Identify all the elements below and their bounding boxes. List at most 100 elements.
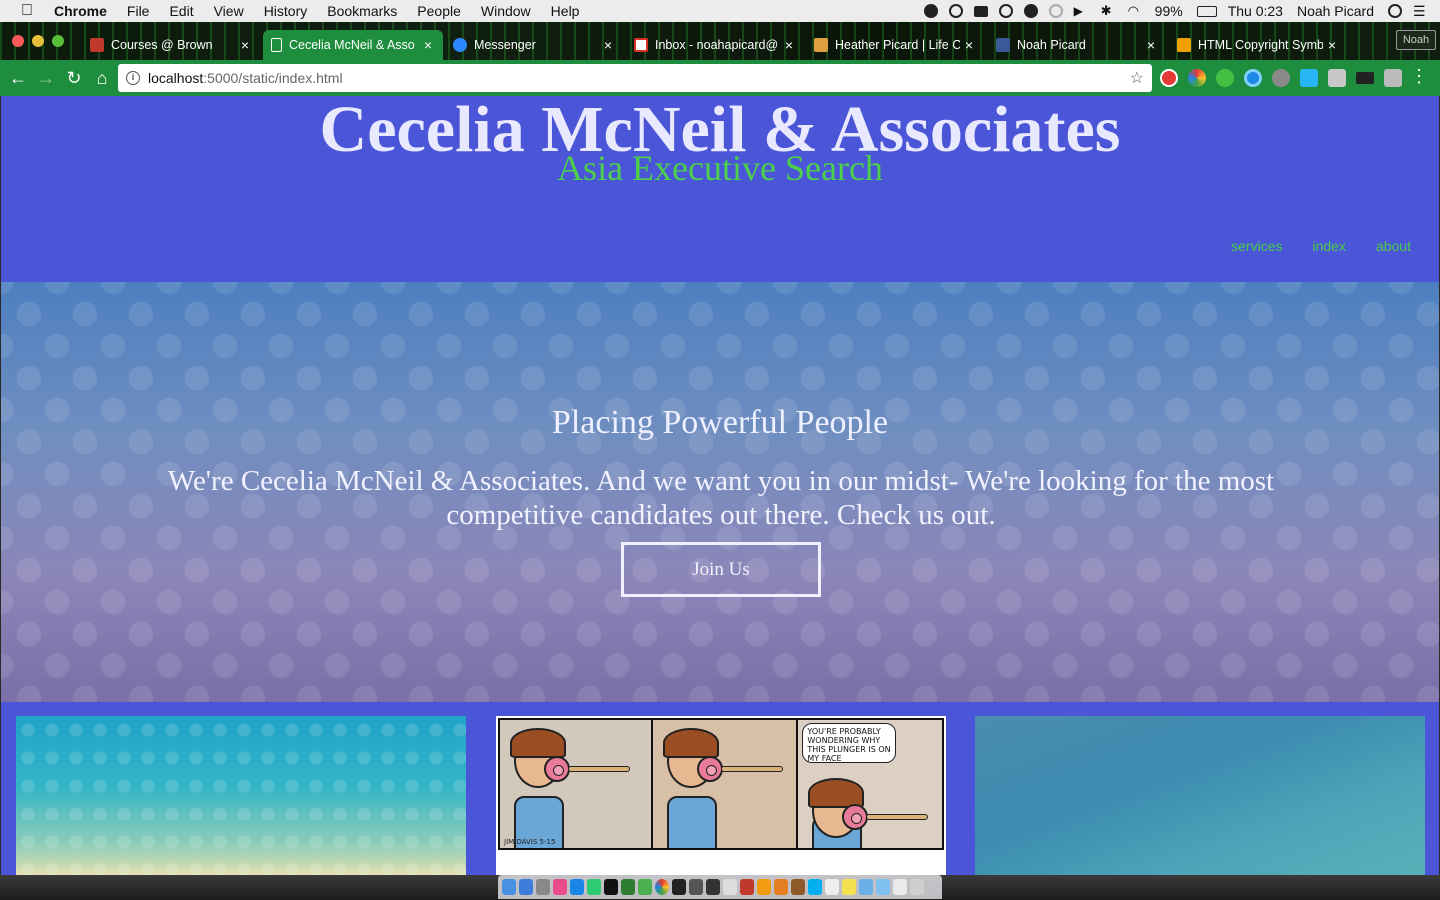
nav-about-link[interactable]: about [1376, 238, 1411, 254]
quote-extension-icon[interactable] [1216, 69, 1234, 87]
chat-icon[interactable] [1023, 4, 1038, 18]
join-us-button[interactable]: Join Us [621, 542, 821, 597]
safari-dock-icon[interactable] [570, 879, 584, 895]
spotify-dock-icon[interactable] [604, 879, 618, 895]
menu-history[interactable]: History [264, 3, 308, 19]
color-picker-extension-icon[interactable] [1188, 69, 1206, 87]
diamond-extension-icon[interactable] [1300, 69, 1318, 87]
tab-html-copyright[interactable]: HTML Copyright Symb × [1169, 30, 1347, 60]
extensions-area [1160, 69, 1402, 87]
tab-close-icon[interactable]: × [599, 37, 617, 53]
battery-percent[interactable]: 99% [1155, 3, 1183, 19]
tab-close-icon[interactable]: × [1142, 37, 1160, 53]
ublock-extension-icon[interactable] [1160, 69, 1178, 87]
evernote-dock-icon[interactable] [621, 879, 635, 895]
tab-title: Messenger [474, 38, 536, 52]
sync-icon[interactable] [998, 4, 1013, 18]
r-extension-icon[interactable] [1384, 69, 1402, 87]
sublime-dock-icon[interactable] [706, 879, 720, 895]
battery-icon[interactable] [1196, 5, 1217, 17]
menu-people[interactable]: People [417, 3, 461, 19]
globe-extension-icon[interactable] [1244, 69, 1262, 87]
tab-noah-picard-facebook[interactable]: Noah Picard × [988, 30, 1166, 60]
calendar-dock-icon[interactable] [825, 879, 839, 895]
terminal-dock-icon[interactable] [672, 879, 686, 895]
clock[interactable]: Thu 0:23 [1228, 3, 1283, 19]
minimize-window-button[interactable] [32, 35, 44, 47]
hero-section: Placing Powerful People We're Cecelia Mc… [1, 282, 1439, 702]
downloads-dock-icon[interactable] [876, 879, 890, 895]
tab-messenger[interactable]: Messenger × [445, 30, 623, 60]
google-drive-icon[interactable] [923, 4, 938, 18]
preview-dock-icon[interactable] [723, 879, 737, 895]
character-hair [510, 728, 566, 758]
finder-dock-icon[interactable] [502, 879, 516, 895]
messages-dock-icon[interactable] [587, 879, 601, 895]
window-controls [12, 35, 64, 47]
crx-extension-icon[interactable] [1328, 69, 1346, 87]
menu-bookmarks[interactable]: Bookmarks [327, 3, 397, 19]
tab-close-icon[interactable]: × [419, 37, 437, 53]
wifi-icon[interactable]: ◠ [1128, 4, 1144, 18]
tab-close-icon[interactable]: × [236, 37, 254, 53]
image-cards-row: JIM DAVIS 5-15 YOU'RE PROBABLY WONDERING… [1, 716, 1439, 875]
notification-center-icon[interactable]: ☰ [1413, 4, 1429, 18]
tab-close-icon[interactable]: × [960, 37, 978, 53]
tab-title: Noah Picard [1017, 38, 1086, 52]
menu-help[interactable]: Help [551, 3, 580, 19]
pocket-extension-icon[interactable] [1272, 69, 1290, 87]
volume-icon[interactable]: ▶ [1074, 4, 1090, 18]
forward-arrow-icon[interactable]: → [32, 68, 60, 89]
trash-dock-icon[interactable] [910, 879, 924, 895]
menu-chrome[interactable]: Chrome [54, 3, 107, 19]
apple-menu-icon[interactable]:  [0, 2, 54, 20]
card-image-hexagon-teal[interactable] [16, 716, 466, 875]
menu-view[interactable]: View [214, 3, 244, 19]
app-store-dock-icon[interactable] [519, 879, 533, 895]
terminal-extension-icon[interactable] [1356, 72, 1374, 84]
folder-dock-icon[interactable] [859, 879, 873, 895]
chrome-menu-icon[interactable]: ⋮ [1410, 66, 1428, 87]
reload-icon[interactable]: ↻ [60, 68, 88, 89]
itunes-dock-icon[interactable] [553, 879, 567, 895]
tab-gmail-inbox[interactable]: Inbox - noahapicard@ × [626, 30, 804, 60]
launchpad-dock-icon[interactable] [536, 879, 550, 895]
filezilla-dock-icon[interactable] [740, 879, 754, 895]
page-favicon-icon [271, 38, 282, 52]
tab-heather-picard[interactable]: Heather Picard | Life C × [806, 30, 984, 60]
nav-index-link[interactable]: index [1312, 238, 1345, 254]
menu-window[interactable]: Window [481, 3, 531, 19]
tab-close-icon[interactable]: × [780, 37, 798, 53]
system-prefs-dock-icon[interactable] [689, 879, 703, 895]
maximize-window-button[interactable] [52, 35, 64, 47]
dropbox-icon[interactable] [973, 5, 988, 17]
time-machine-icon[interactable] [1048, 4, 1063, 18]
info-icon[interactable]: i [126, 71, 140, 85]
tab-cecelia-mcneil[interactable]: Cecelia McNeil & Asso × [263, 30, 443, 60]
menu-edit[interactable]: Edit [169, 3, 193, 19]
user-menu[interactable]: Noah Picard [1297, 3, 1374, 19]
card-image-comic[interactable]: JIM DAVIS 5-15 YOU'RE PROBABLY WONDERING… [496, 716, 946, 875]
notes-dock-icon[interactable] [791, 879, 805, 895]
creative-cloud-icon[interactable] [948, 4, 963, 18]
home-icon[interactable]: ⌂ [88, 68, 116, 89]
vlc-dock-icon[interactable] [757, 879, 771, 895]
facetime-dock-icon[interactable] [638, 879, 652, 895]
profile-button[interactable]: Noah [1396, 30, 1436, 50]
bluetooth-icon[interactable]: ✱ [1101, 4, 1117, 18]
tab-courses-brown[interactable]: Courses @ Brown × [82, 30, 260, 60]
address-bar[interactable]: i localhost:5000/static/index.html ☆ [118, 64, 1152, 92]
back-arrow-icon[interactable]: ← [4, 68, 32, 89]
chrome-dock-icon[interactable] [655, 879, 669, 895]
stickies-dock-icon[interactable] [842, 879, 856, 895]
tab-close-icon[interactable]: × [1323, 37, 1341, 53]
close-window-button[interactable] [12, 35, 24, 47]
card-image-ocean-birds[interactable] [975, 716, 1425, 875]
menu-file[interactable]: File [127, 3, 150, 19]
bookmark-star-icon[interactable]: ☆ [1130, 68, 1144, 88]
documents-dock-icon[interactable] [893, 879, 907, 895]
nav-services-link[interactable]: services [1231, 238, 1282, 254]
spotlight-icon[interactable] [1388, 4, 1402, 18]
keynote-dock-icon[interactable] [774, 879, 788, 895]
skype-dock-icon[interactable] [808, 879, 822, 895]
